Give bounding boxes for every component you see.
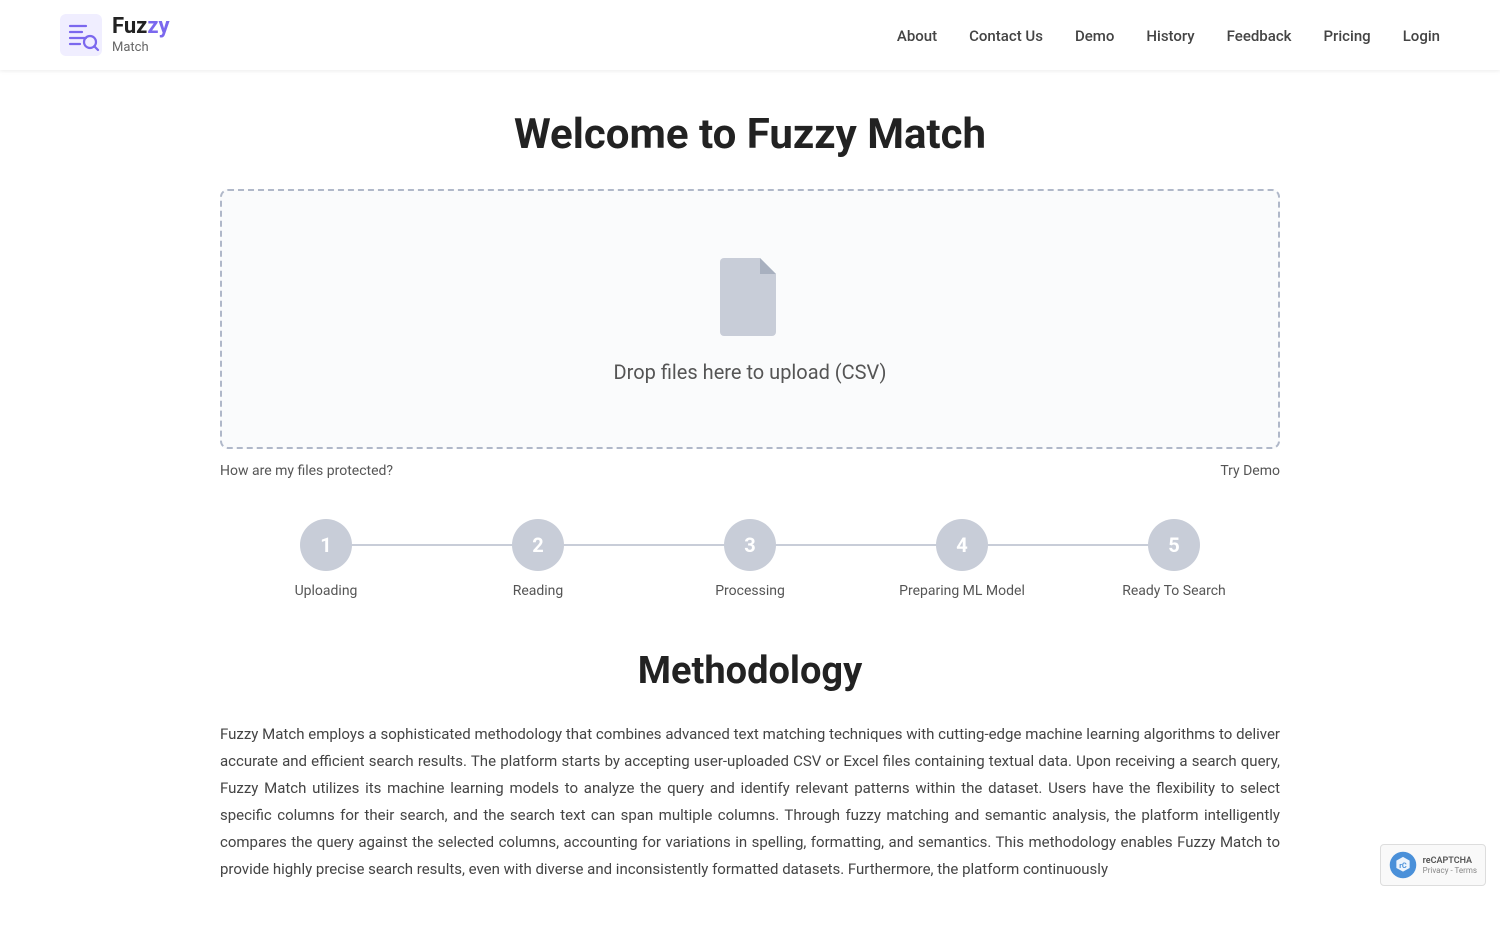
step-circle-3: 3 [724,519,776,571]
step-3: 3 Processing [644,519,856,599]
nav-login[interactable]: Login [1403,27,1440,45]
step-label-5: Ready To Search [1122,583,1226,599]
recaptcha-logo: rC [1389,851,1417,879]
dropzone-text: Drop files here to upload (CSV) [614,360,887,384]
nav-history[interactable]: History [1146,27,1194,45]
brand-tagline: Match [112,40,170,55]
logo-icon [60,14,102,56]
step-circle-1: 1 [300,519,352,571]
step-circle-2: 2 [512,519,564,571]
methodology-title: Methodology [220,649,1280,693]
step-1: 1 Uploading [220,519,432,599]
step-circle-4: 4 [936,519,988,571]
dropzone[interactable]: Drop files here to upload (CSV) [220,189,1280,449]
main-content: Welcome to Fuzzy Match Drop files here t… [200,70,1300,943]
nav-contact[interactable]: Contact Us [969,27,1043,45]
step-2: 2 Reading [432,519,644,599]
step-label-4: Preparing ML Model [899,583,1025,599]
svg-text:rC: rC [1399,861,1407,870]
logo[interactable]: Fuzzy Match [60,14,170,56]
step-label-3: Processing [715,583,785,599]
nav-links: About Contact Us Demo History Feedback P… [897,26,1440,45]
steps-container: 1 Uploading 2 Reading 3 Processing 4 Pre… [220,519,1280,599]
methodology-text: Fuzzy Match employs a sophisticated meth… [220,721,1280,883]
nav-feedback[interactable]: Feedback [1227,27,1292,45]
links-row: How are my files protected? Try Demo [220,463,1280,479]
recaptcha-badge: rC reCAPTCHA Privacy - Terms [1380,844,1486,886]
step-label-2: Reading [513,583,564,599]
try-demo-link[interactable]: Try Demo [1220,463,1280,479]
file-icon [714,254,786,340]
step-circle-5: 5 [1148,519,1200,571]
file-protection-link[interactable]: How are my files protected? [220,463,393,479]
nav-about[interactable]: About [897,27,937,45]
navbar: Fuzzy Match About Contact Us Demo Histor… [0,0,1500,70]
nav-demo[interactable]: Demo [1075,27,1114,45]
step-4: 4 Preparing ML Model [856,519,1068,599]
step-label-1: Uploading [295,583,358,599]
page-title: Welcome to Fuzzy Match [220,110,1280,159]
nav-pricing[interactable]: Pricing [1323,27,1370,45]
brand-name: Fuzzy [112,15,170,39]
step-5: 5 Ready To Search [1068,519,1280,599]
